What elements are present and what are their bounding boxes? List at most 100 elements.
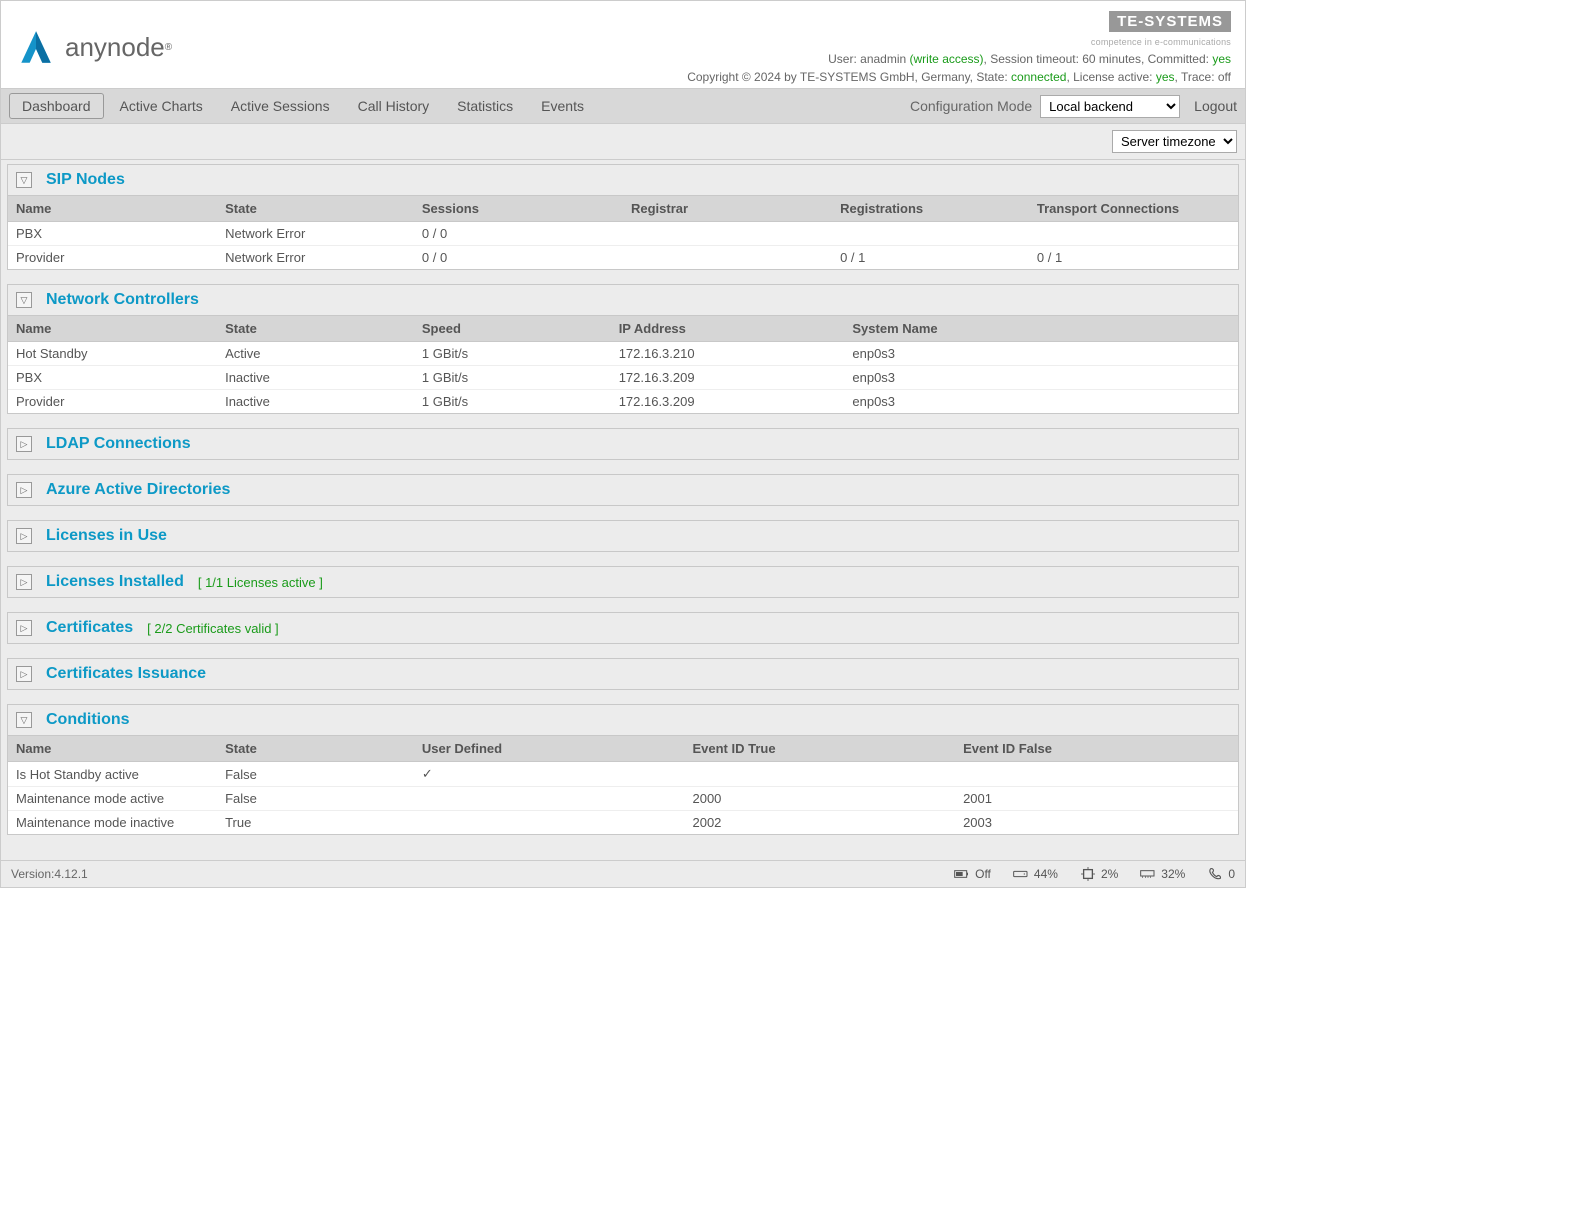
brand-text: anynode <box>65 32 165 63</box>
memory-status: 32% <box>1140 867 1185 881</box>
battery-status: Off <box>954 867 991 881</box>
cell-event-false: 2003 <box>955 811 1238 835</box>
header: anynode ® TE-SYSTEMS competence in e-com… <box>1 1 1245 88</box>
nav-statistics[interactable]: Statistics <box>445 94 525 118</box>
content: ▽ SIP Nodes Name State Sessions Registra… <box>1 160 1245 860</box>
panel-title: SIP Nodes <box>46 171 125 189</box>
cell-sessions: 0 / 0 <box>414 246 623 270</box>
table-row[interactable]: Hot StandbyActive1 GBit/s172.16.3.210enp… <box>8 342 1238 366</box>
cell-userdef: ✓ <box>414 762 685 787</box>
col-name: Name <box>8 196 217 222</box>
table-row[interactable]: ProviderInactive1 GBit/s172.16.3.209enp0… <box>8 390 1238 414</box>
cell-state: Network Error <box>217 246 414 270</box>
nav-dashboard[interactable]: Dashboard <box>9 93 104 119</box>
panel-certificates-issuance: ▷ Certificates Issuance <box>7 658 1239 690</box>
panel-header-ldap[interactable]: ▷ LDAP Connections <box>8 429 1238 459</box>
expand-icon[interactable]: ▷ <box>16 528 32 544</box>
panel-header-lic-inst[interactable]: ▷ Licenses Installed [ 1/1 Licenses acti… <box>8 567 1238 597</box>
panel-sip-nodes: ▽ SIP Nodes Name State Sessions Registra… <box>7 164 1239 270</box>
nc-table: Name State Speed IP Address System Name … <box>8 316 1238 413</box>
panel-header-cert-iss[interactable]: ▷ Certificates Issuance <box>8 659 1238 689</box>
panel-header-conditions[interactable]: ▽ Conditions <box>8 705 1238 736</box>
sip-table: Name State Sessions Registrar Registrati… <box>8 196 1238 269</box>
panel-title: Licenses Installed <box>46 573 184 591</box>
panel-certificates: ▷ Certificates [ 2/2 Certificates valid … <box>7 612 1239 644</box>
panel-title: Licenses in Use <box>46 527 167 545</box>
panel-azure: ▷ Azure Active Directories <box>7 474 1239 506</box>
expand-icon[interactable]: ▷ <box>16 666 32 682</box>
table-row[interactable]: PBXNetwork Error0 / 0 <box>8 222 1238 246</box>
panel-licenses-use: ▷ Licenses in Use <box>7 520 1239 552</box>
expand-icon[interactable]: ▷ <box>16 436 32 452</box>
panel-header-nc[interactable]: ▽ Network Controllers <box>8 285 1238 316</box>
expand-icon[interactable]: ▷ <box>16 620 32 636</box>
copyright-line: Copyright © 2024 by TE-SYSTEMS GmbH, Ger… <box>687 70 1231 84</box>
panel-header-azure[interactable]: ▷ Azure Active Directories <box>8 475 1238 505</box>
nav-events[interactable]: Events <box>529 94 596 118</box>
col-transport: Transport Connections <box>1029 196 1238 222</box>
timezone-select[interactable]: Server timezone <box>1112 130 1237 153</box>
brand-logo: anynode ® <box>15 11 172 84</box>
cell-registrations: 0 / 1 <box>832 246 1029 270</box>
col-ip: IP Address <box>611 316 845 342</box>
version-value: 4.12.1 <box>54 867 87 881</box>
version-label: Version: <box>11 867 54 881</box>
cell-name: Hot Standby <box>8 342 217 366</box>
cell-state: Inactive <box>217 390 414 414</box>
panel-network-controllers: ▽ Network Controllers Name State Speed I… <box>7 284 1239 414</box>
phone-icon <box>1207 867 1223 881</box>
cpu-status: 2% <box>1080 867 1118 881</box>
panel-conditions: ▽ Conditions Name State User Defined Eve… <box>7 704 1239 835</box>
table-row[interactable]: Maintenance mode activeFalse20002001 <box>8 787 1238 811</box>
panel-ldap: ▷ LDAP Connections <box>7 428 1239 460</box>
cell-sysname: enp0s3 <box>844 390 1238 414</box>
cell-state: Active <box>217 342 414 366</box>
cell-event-true <box>684 762 955 787</box>
table-row[interactable]: PBXInactive1 GBit/s172.16.3.209enp0s3 <box>8 366 1238 390</box>
cell-ip: 172.16.3.209 <box>611 366 845 390</box>
expand-icon[interactable]: ▷ <box>16 482 32 498</box>
panel-header-sip[interactable]: ▽ SIP Nodes <box>8 165 1238 196</box>
cell-name: Provider <box>8 390 217 414</box>
col-sysname: System Name <box>844 316 1238 342</box>
te-systems-logo: TE-SYSTEMS <box>1109 11 1231 32</box>
nav-active-sessions[interactable]: Active Sessions <box>219 94 342 118</box>
cell-name: Is Hot Standby active <box>8 762 217 787</box>
cell-sessions: 0 / 0 <box>414 222 623 246</box>
cell-ip: 172.16.3.210 <box>611 342 845 366</box>
anynode-icon <box>15 27 57 69</box>
reg-mark: ® <box>165 42 172 53</box>
panel-header-cert[interactable]: ▷ Certificates [ 2/2 Certificates valid … <box>8 613 1238 643</box>
collapse-icon[interactable]: ▽ <box>16 292 32 308</box>
cell-transport: 0 / 1 <box>1029 246 1238 270</box>
panel-header-lic-use[interactable]: ▷ Licenses in Use <box>8 521 1238 551</box>
cell-registrations <box>832 222 1029 246</box>
col-name: Name <box>8 736 217 762</box>
config-mode-select[interactable]: Local backend <box>1040 95 1180 118</box>
header-right: TE-SYSTEMS competence in e-communication… <box>687 11 1231 84</box>
expand-icon[interactable]: ▷ <box>16 574 32 590</box>
cell-state: True <box>217 811 414 835</box>
nav-call-history[interactable]: Call History <box>346 94 442 118</box>
cell-state: False <box>217 762 414 787</box>
col-event-false: Event ID False <box>955 736 1238 762</box>
cell-userdef <box>414 811 685 835</box>
cell-name: PBX <box>8 366 217 390</box>
session-line: User: anadmin (write access), Session ti… <box>687 52 1231 66</box>
table-row[interactable]: Maintenance mode inactiveTrue20022003 <box>8 811 1238 835</box>
panel-title: Azure Active Directories <box>46 481 230 499</box>
battery-icon <box>954 867 970 881</box>
panel-title: Network Controllers <box>46 291 199 309</box>
cell-transport <box>1029 222 1238 246</box>
collapse-icon[interactable]: ▽ <box>16 712 32 728</box>
table-row[interactable]: ProviderNetwork Error0 / 00 / 10 / 1 <box>8 246 1238 270</box>
collapse-icon[interactable]: ▽ <box>16 172 32 188</box>
cell-sysname: enp0s3 <box>844 342 1238 366</box>
col-speed: Speed <box>414 316 611 342</box>
nav-active-charts[interactable]: Active Charts <box>108 94 215 118</box>
cell-event-true: 2002 <box>684 811 955 835</box>
cell-userdef <box>414 787 685 811</box>
table-row[interactable]: Is Hot Standby activeFalse✓ <box>8 762 1238 787</box>
logout-button[interactable]: Logout <box>1194 98 1237 114</box>
config-mode-label: Configuration Mode <box>910 98 1032 114</box>
